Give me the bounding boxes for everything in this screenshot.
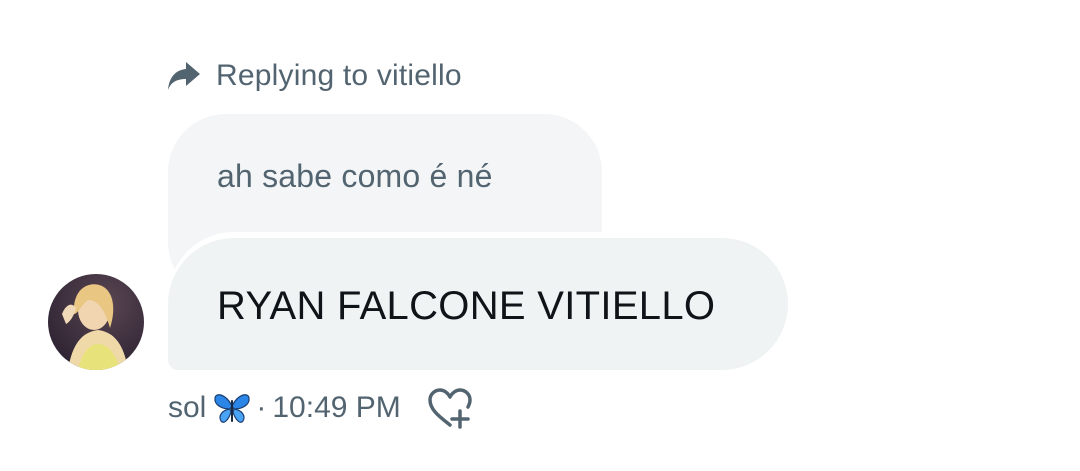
reply-arrow-icon [166,60,202,92]
reply-context-label: Replying to vitiello [216,59,462,92]
message-text: RYAN FALCONE VITIELLO [217,284,716,328]
add-reaction-button[interactable] [425,386,477,430]
timestamp: 10:49 PM [272,391,401,424]
meta-separator: · [256,391,267,424]
avatar[interactable] [48,274,144,370]
quoted-message-text: ah sabe como é né [217,158,493,194]
reply-context: Replying to vitiello [166,56,462,96]
heart-plus-icon [426,387,476,429]
sender-name[interactable]: sol [168,391,206,425]
butterfly-icon [212,388,252,428]
message-meta: sol · 10:49 PM [168,386,477,430]
